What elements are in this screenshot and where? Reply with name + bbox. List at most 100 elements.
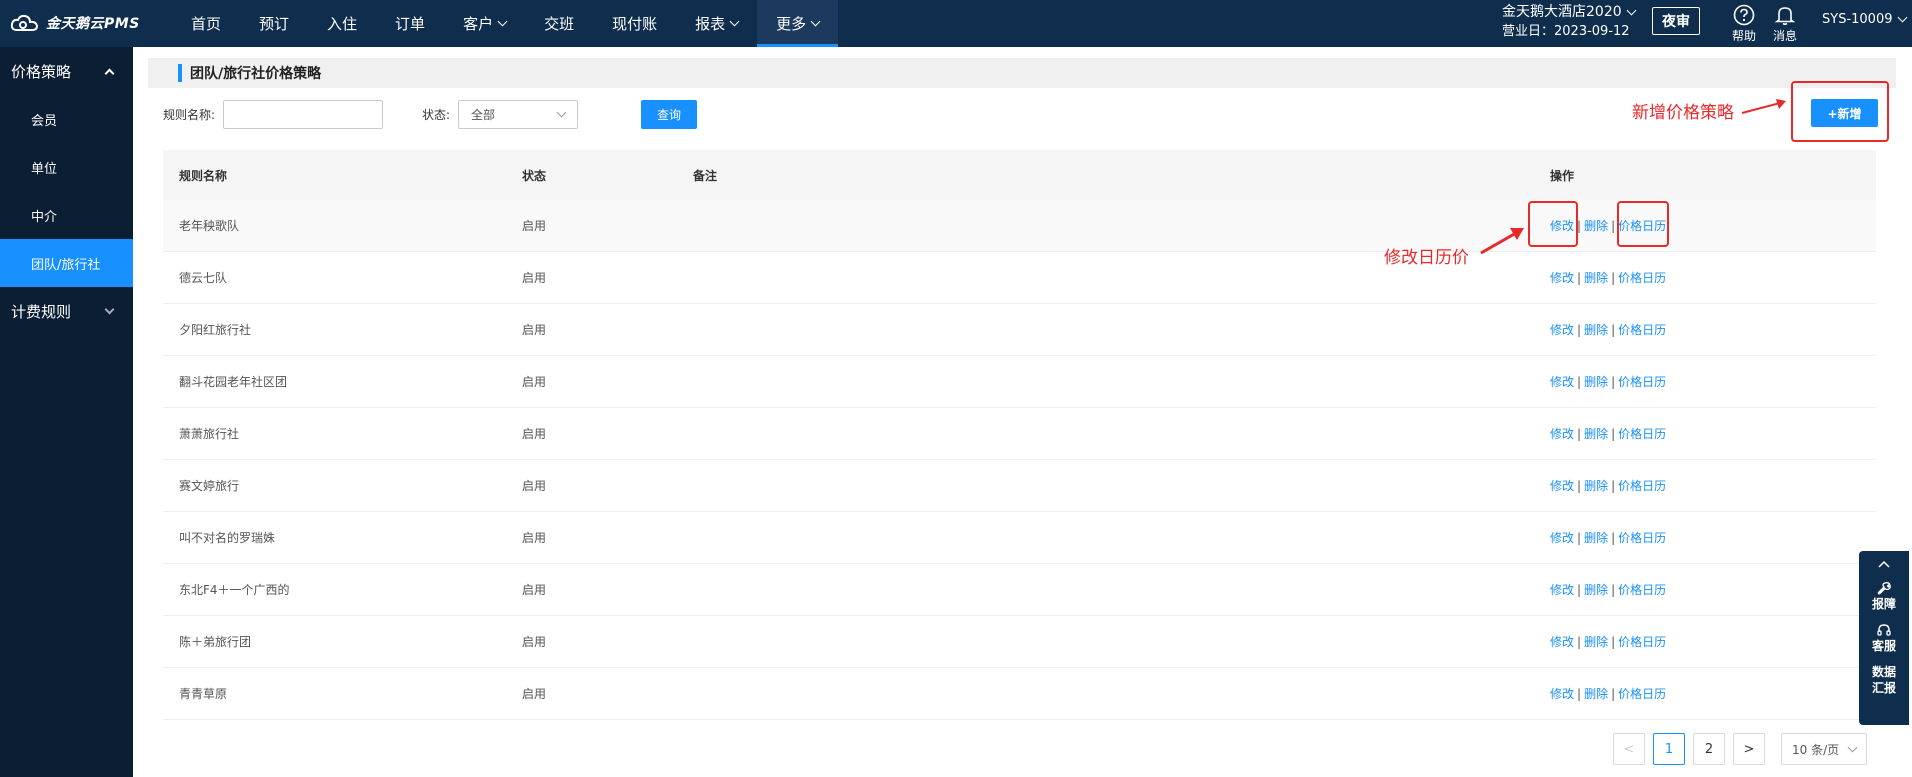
sidebar-item-2[interactable]: 中介 bbox=[0, 191, 133, 239]
nav-item-3[interactable]: 订单 bbox=[376, 0, 444, 47]
next-page-button[interactable]: > bbox=[1733, 733, 1765, 765]
sidebar: 价格策略 会员 单位 中介 团队/旅行社 计费规则 bbox=[0, 47, 133, 777]
data-report-button[interactable]: 数据 汇报 bbox=[1872, 664, 1896, 696]
cell-operations: 修改 | 删除 | 价格日历 bbox=[1550, 529, 1666, 546]
cell-status: 启用 bbox=[522, 531, 547, 545]
query-button[interactable]: 查询 bbox=[641, 100, 697, 129]
page-size-select[interactable]: 10 条/页 bbox=[1781, 733, 1867, 765]
app-logo[interactable]: 金天鹅云PMS bbox=[10, 11, 140, 35]
delete-link[interactable]: 删除 bbox=[1584, 685, 1608, 702]
cell-rule-name: 赛文婷旅行 bbox=[179, 479, 240, 493]
rule-name-filter: 规则名称: bbox=[163, 100, 384, 129]
price-calendar-link[interactable]: 价格日历 bbox=[1618, 321, 1666, 338]
sidebar-group-price-strategy[interactable]: 价格策略 bbox=[0, 47, 133, 95]
edit-link[interactable]: 修改 bbox=[1550, 269, 1574, 286]
nav-item-7[interactable]: 报表 bbox=[676, 0, 757, 47]
edit-link[interactable]: 修改 bbox=[1550, 477, 1574, 494]
prev-page-button[interactable]: < bbox=[1613, 733, 1645, 765]
delete-link[interactable]: 删除 bbox=[1584, 633, 1608, 650]
hotel-info[interactable]: 金天鹅大酒店2020 营业日：2023-09-12 bbox=[1502, 3, 1637, 41]
price-calendar-link[interactable]: 价格日历 bbox=[1618, 477, 1666, 494]
price-calendar-link[interactable]: 价格日历 bbox=[1618, 633, 1666, 650]
delete-link[interactable]: 删除 bbox=[1584, 217, 1608, 234]
op-separator: | bbox=[1577, 634, 1582, 649]
op-separator: | bbox=[1577, 426, 1582, 441]
op-separator: | bbox=[1611, 218, 1616, 233]
edit-link[interactable]: 修改 bbox=[1550, 425, 1574, 442]
cell-operations: 修改 | 删除 | 价格日历 bbox=[1550, 425, 1666, 442]
op-separator: | bbox=[1611, 582, 1616, 597]
app-logo-text: 金天鹅云PMS bbox=[46, 16, 140, 32]
rule-name-input[interactable] bbox=[223, 100, 384, 129]
annotation-add-strategy: 新增价格策略 bbox=[1632, 103, 1734, 123]
price-calendar-link[interactable]: 价格日历 bbox=[1618, 373, 1666, 390]
nav-item-5[interactable]: 交班 bbox=[525, 0, 593, 47]
edit-link[interactable]: 修改 bbox=[1550, 581, 1574, 598]
wrench-icon bbox=[1877, 582, 1891, 595]
price-calendar-link[interactable]: 价格日历 bbox=[1618, 581, 1666, 598]
edit-link[interactable]: 修改 bbox=[1550, 529, 1574, 546]
cell-operations: 修改 | 删除 | 价格日历 bbox=[1550, 685, 1666, 702]
delete-link[interactable]: 删除 bbox=[1584, 581, 1608, 598]
chevron-up-icon bbox=[104, 68, 115, 78]
header-status: 状态 bbox=[522, 168, 547, 183]
sidebar-item-0[interactable]: 会员 bbox=[0, 95, 133, 143]
op-separator: | bbox=[1611, 322, 1616, 337]
collapse-panel-button[interactable] bbox=[1876, 556, 1892, 572]
sidebar-group-billing-rules[interactable]: 计费规则 bbox=[0, 287, 133, 335]
delete-link[interactable]: 删除 bbox=[1584, 269, 1608, 286]
page-size-value: 10 条/页 bbox=[1792, 742, 1840, 757]
cell-operations: 修改 | 删除 | 价格日历 bbox=[1550, 373, 1666, 390]
op-separator: | bbox=[1577, 374, 1582, 389]
delete-link[interactable]: 删除 bbox=[1584, 477, 1608, 494]
status-select[interactable]: 全部 bbox=[458, 100, 579, 129]
price-calendar-link[interactable]: 价格日历 bbox=[1618, 685, 1666, 702]
nav-item-0[interactable]: 首页 bbox=[172, 0, 240, 47]
op-separator: | bbox=[1611, 686, 1616, 701]
status-label: 状态: bbox=[422, 108, 451, 122]
price-calendar-link[interactable]: 价格日历 bbox=[1618, 269, 1666, 286]
edit-link[interactable]: 修改 bbox=[1550, 373, 1574, 390]
user-menu[interactable]: SYS-10009 bbox=[1822, 12, 1907, 27]
cell-status: 启用 bbox=[522, 271, 547, 285]
table-row: 陈＋弟旅行团 启用 修改 | 删除 | 价格日历 bbox=[163, 616, 1876, 668]
nav-item-1[interactable]: 预订 bbox=[240, 0, 308, 47]
header-remark: 备注 bbox=[693, 168, 718, 183]
bell-icon bbox=[1774, 6, 1796, 25]
help-button[interactable]: 帮助 bbox=[1724, 0, 1764, 47]
sidebar-item-3[interactable]: 团队/旅行社 bbox=[0, 239, 133, 287]
edit-link[interactable]: 修改 bbox=[1550, 685, 1574, 702]
customer-service-button[interactable]: 客服 bbox=[1872, 622, 1896, 654]
price-calendar-link[interactable]: 价格日历 bbox=[1618, 529, 1666, 546]
cell-status: 启用 bbox=[522, 219, 547, 233]
sidebar-item-1[interactable]: 单位 bbox=[0, 143, 133, 191]
nav-item-4[interactable]: 客户 bbox=[444, 0, 525, 47]
page-2-button[interactable]: 2 bbox=[1693, 733, 1725, 765]
nav-item-label: 报表 bbox=[695, 15, 726, 33]
night-audit-button[interactable]: 夜审 bbox=[1652, 7, 1700, 35]
data-report-label-2: 汇报 bbox=[1871, 681, 1896, 695]
price-calendar-link[interactable]: 价格日历 bbox=[1618, 425, 1666, 442]
edit-link[interactable]: 修改 bbox=[1550, 633, 1574, 650]
business-date: 营业日：2023-09-12 bbox=[1502, 24, 1630, 39]
edit-link[interactable]: 修改 bbox=[1550, 321, 1574, 338]
chevron-down-icon bbox=[104, 304, 115, 314]
delete-link[interactable]: 删除 bbox=[1584, 373, 1608, 390]
cell-operations: 修改 | 删除 | 价格日历 bbox=[1550, 321, 1666, 338]
report-fault-label: 报障 bbox=[1871, 597, 1896, 611]
table-row: 萧萧旅行社 启用 修改 | 删除 | 价格日历 bbox=[163, 408, 1876, 460]
messages-button[interactable]: 消息 bbox=[1765, 0, 1805, 47]
nav-item-8[interactable]: 更多 bbox=[757, 0, 839, 47]
cell-operations: 修改 | 删除 | 价格日历 bbox=[1550, 633, 1666, 650]
nav-item-6[interactable]: 现付账 bbox=[593, 0, 676, 47]
delete-link[interactable]: 删除 bbox=[1584, 321, 1608, 338]
annotation-arrow-icon bbox=[1741, 99, 1786, 114]
page-1-button[interactable]: 1 bbox=[1653, 733, 1685, 765]
nav-item-2[interactable]: 入住 bbox=[308, 0, 376, 47]
report-fault-button[interactable]: 报障 bbox=[1872, 580, 1896, 612]
delete-link[interactable]: 删除 bbox=[1584, 529, 1608, 546]
cell-status: 启用 bbox=[522, 375, 547, 389]
top-navbar: 金天鹅云PMS 首页 预订 入住 订单 客户 交班 现付账 报表 更多 金天鹅大酒店2020 营… bbox=[0, 0, 1912, 47]
op-separator: | bbox=[1611, 374, 1616, 389]
delete-link[interactable]: 删除 bbox=[1584, 425, 1608, 442]
